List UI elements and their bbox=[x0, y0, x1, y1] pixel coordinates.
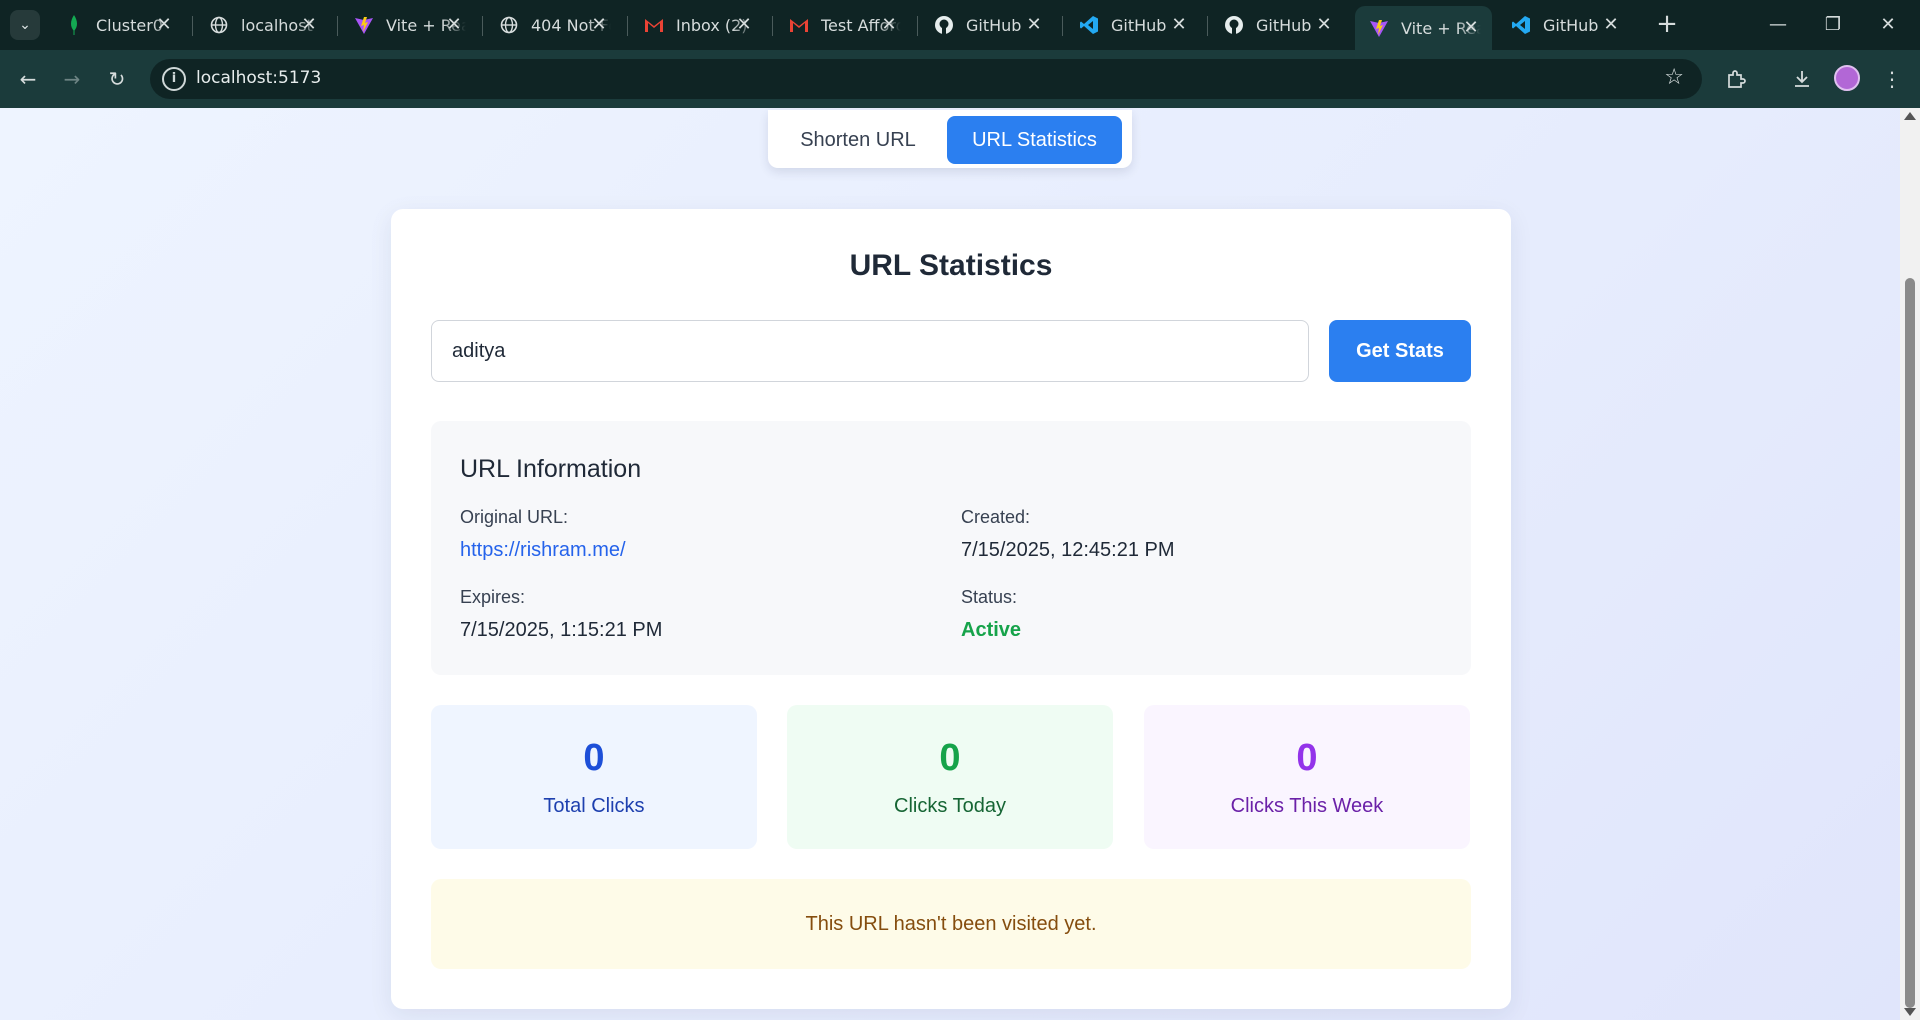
profile-avatar[interactable] bbox=[1834, 65, 1860, 91]
github-icon bbox=[1224, 15, 1244, 35]
mongodb-leaf-icon bbox=[64, 15, 84, 35]
scrollbar-thumb[interactable] bbox=[1905, 278, 1915, 1008]
tab-shorten-url[interactable]: Shorten URL bbox=[778, 116, 938, 164]
back-icon[interactable]: ← bbox=[12, 63, 44, 95]
close-tab-icon[interactable]: ✕ bbox=[1168, 14, 1190, 36]
address-bar[interactable]: i localhost:5173 ☆ bbox=[150, 59, 1702, 99]
browser-tab[interactable]: localhost ✕ bbox=[195, 8, 330, 42]
close-tab-icon[interactable]: ✕ bbox=[298, 14, 320, 36]
close-tab-icon[interactable]: ✕ bbox=[733, 14, 755, 36]
scroll-up-icon[interactable] bbox=[1904, 112, 1916, 120]
stats-card: URL Statistics Get Stats URL Information… bbox=[391, 209, 1511, 1009]
close-tab-icon[interactable]: ✕ bbox=[153, 14, 175, 36]
browser-tab[interactable]: Test Affordability ✕ bbox=[775, 8, 910, 42]
close-tab-icon[interactable]: ✕ bbox=[1600, 14, 1622, 36]
download-icon[interactable] bbox=[1786, 63, 1818, 95]
short-code-input[interactable] bbox=[431, 320, 1309, 382]
clicks-today-card: 0 Clicks Today bbox=[787, 705, 1113, 849]
close-tab-icon[interactable]: ✕ bbox=[1460, 17, 1482, 39]
tab-search-button[interactable]: ⌄ bbox=[10, 10, 40, 40]
tab-url-statistics[interactable]: URL Statistics bbox=[947, 116, 1122, 164]
expires-value: 7/15/2025, 1:15:21 PM bbox=[460, 619, 663, 641]
original-url-label: Original URL: bbox=[460, 507, 569, 527]
browser-tab[interactable]: Vite + React ✕ bbox=[340, 8, 475, 42]
url-info-heading: URL Information bbox=[460, 455, 642, 483]
browser-tab[interactable]: GitHub ✕ bbox=[1210, 8, 1345, 42]
clicks-week-value: 0 bbox=[1296, 737, 1318, 779]
close-tab-icon[interactable]: ✕ bbox=[443, 14, 465, 36]
browser-tab[interactable]: GitHub ✕ bbox=[920, 8, 1055, 42]
browser-tab[interactable]: 404 Not Found ✕ bbox=[485, 8, 620, 42]
page-viewport: Shorten URL URL Statistics URL Statistic… bbox=[0, 108, 1900, 1020]
url-info-panel: URL Information Original URL: https://ri… bbox=[431, 421, 1471, 675]
chevron-down-icon: ⌄ bbox=[19, 17, 31, 33]
browser-tab-strip: ⌄ Cluster0 ✕ localhost ✕ Vite + React ✕ … bbox=[0, 0, 1920, 50]
vite-icon bbox=[1369, 18, 1389, 38]
page-scrollbar[interactable] bbox=[1900, 108, 1920, 1020]
browser-toolbar: ← → ↻ i localhost:5173 ☆ ⋮ bbox=[0, 50, 1920, 108]
more-menu-icon[interactable]: ⋮ bbox=[1876, 63, 1908, 95]
browser-tab[interactable]: GitHub ✕ bbox=[1065, 8, 1200, 42]
close-tab-icon[interactable]: ✕ bbox=[1313, 14, 1335, 36]
page-title: URL Statistics bbox=[849, 249, 1053, 282]
browser-tab[interactable]: GitHub ✕ bbox=[1497, 8, 1632, 42]
clicks-week-label: Clicks This Week bbox=[1230, 795, 1384, 817]
close-tab-icon[interactable]: ✕ bbox=[588, 14, 610, 36]
vite-icon bbox=[354, 15, 374, 35]
expires-label: Expires: bbox=[460, 587, 526, 607]
vscode-icon bbox=[1511, 15, 1531, 35]
browser-tab-active[interactable]: Vite + React ✕ bbox=[1355, 6, 1492, 50]
globe-icon bbox=[209, 15, 229, 35]
forward-icon[interactable]: → bbox=[56, 63, 88, 95]
original-url-link[interactable]: https://rishram.me/ bbox=[460, 539, 626, 562]
mode-tab-switcher: Shorten URL URL Statistics bbox=[768, 110, 1132, 168]
clicks-week-card: 0 Clicks This Week bbox=[1144, 705, 1470, 849]
extensions-icon[interactable] bbox=[1720, 63, 1752, 95]
status-label: Status: bbox=[961, 587, 1018, 607]
address-url[interactable]: localhost:5173 bbox=[196, 68, 321, 88]
close-tab-icon[interactable]: ✕ bbox=[878, 14, 900, 36]
status-badge: Active bbox=[961, 619, 1022, 641]
get-stats-button[interactable]: Get Stats bbox=[1329, 320, 1471, 382]
gmail-icon bbox=[644, 15, 664, 35]
no-visits-notice: This URL hasn't been visited yet. bbox=[431, 879, 1471, 969]
github-icon bbox=[934, 15, 954, 35]
clicks-today-label: Clicks Today bbox=[894, 795, 1006, 817]
browser-tab[interactable]: Inbox (2) ✕ bbox=[630, 8, 765, 42]
restore-icon[interactable]: ❐ bbox=[1813, 10, 1853, 40]
vscode-icon bbox=[1079, 15, 1099, 35]
close-window-icon[interactable]: ✕ bbox=[1868, 10, 1908, 40]
minimize-icon[interactable]: — bbox=[1758, 10, 1798, 40]
reload-icon[interactable]: ↻ bbox=[101, 63, 133, 95]
total-clicks-card: 0 Total Clicks bbox=[431, 705, 757, 849]
bookmark-star-icon[interactable]: ☆ bbox=[1664, 65, 1684, 90]
total-clicks-label: Total Clicks bbox=[543, 795, 645, 817]
globe-icon bbox=[499, 15, 519, 35]
created-label: Created: bbox=[961, 507, 1031, 527]
close-tab-icon[interactable]: ✕ bbox=[1023, 14, 1045, 36]
browser-tab[interactable]: Cluster0 ✕ bbox=[50, 8, 185, 42]
gmail-icon bbox=[789, 15, 809, 35]
new-tab-button[interactable]: + bbox=[1652, 10, 1682, 40]
clicks-today-value: 0 bbox=[939, 737, 961, 779]
total-clicks-value: 0 bbox=[583, 737, 605, 779]
site-info-icon[interactable]: i bbox=[162, 67, 186, 91]
created-value: 7/15/2025, 12:45:21 PM bbox=[961, 539, 1175, 561]
scroll-down-icon[interactable] bbox=[1904, 1008, 1916, 1016]
